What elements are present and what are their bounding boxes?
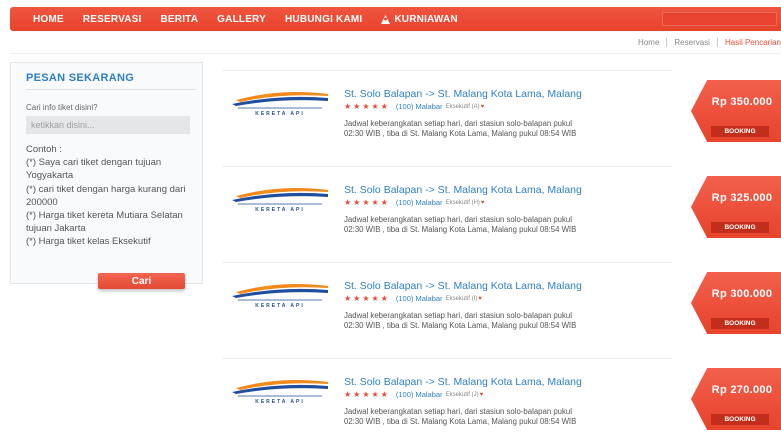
svg-text:KERETA API: KERETA API — [255, 303, 305, 309]
nav-reservasi[interactable]: RESERVASI — [83, 14, 142, 25]
result-meta: ★★★★★ (100) Malabar Eksekutif (I) ♥ — [344, 294, 482, 303]
train-name[interactable]: Malabar — [415, 198, 442, 207]
example-item: (*) cari tiket dengan harga kurang dari … — [26, 183, 186, 208]
schedule-description: Jadwal keberangkatan setiap hari, dari s… — [344, 407, 664, 426]
cari-button[interactable]: Cari — [98, 273, 185, 289]
price-tag: Rp 350.000 BOOKING — [691, 80, 781, 142]
booking-button[interactable]: BOOKING — [711, 126, 769, 137]
search-label: Cari info tiket disini? — [26, 103, 98, 112]
sidebar-divider — [26, 89, 196, 90]
star-rating-icon: ★★★★★ — [344, 294, 390, 303]
star-rating-icon: ★★★★★ — [344, 102, 390, 111]
schedule-description: Jadwal keberangkatan setiap hari, dari s… — [344, 119, 664, 138]
nav-user-name: KURNIAWAN — [394, 13, 458, 25]
kereta-api-logo: KERETA API — [232, 92, 328, 117]
result-item: KERETA API St. Solo Balapan -> St. Malan… — [222, 262, 781, 342]
result-divider — [222, 166, 672, 167]
price-tag: Rp 325.000 BOOKING — [691, 176, 781, 238]
schedule-line: Jadwal keberangkatan setiap hari, dari s… — [344, 407, 572, 416]
train-name[interactable]: Malabar — [415, 390, 442, 399]
price-value: Rp 270.000 — [711, 384, 773, 396]
schedule-description: Jadwal keberangkatan setiap hari, dari s… — [344, 311, 664, 330]
result-meta: ★★★★★ (100) Malabar Eksekutif (H) ♥ — [344, 198, 484, 207]
breadcrumb: Home Reservasi Hasil Pencarian — [631, 38, 781, 47]
svg-text:KERETA API: KERETA API — [255, 207, 305, 213]
heart-icon[interactable]: ♥ — [481, 104, 485, 110]
nav-search-box[interactable] — [662, 12, 777, 26]
star-rating-icon: ★★★★★ — [344, 198, 390, 207]
star-rating-icon: ★★★★★ — [344, 390, 390, 399]
heart-icon[interactable]: ♥ — [478, 296, 482, 302]
result-divider — [222, 70, 672, 71]
booking-button[interactable]: BOOKING — [711, 222, 769, 233]
ticket-search-input[interactable] — [26, 116, 190, 134]
example-item: (*) Harga tiket kereta Mutiara Selatan t… — [26, 210, 183, 235]
schedule-line: Jadwal keberangkatan setiap hari, dari s… — [344, 119, 572, 128]
breadcrumb-current: Hasil Pencarian — [716, 38, 781, 47]
result-item: KERETA API St. Solo Balapan -> St. Malan… — [222, 70, 781, 150]
route-link[interactable]: St. Solo Balapan -> St. Malang Kota Lama… — [344, 88, 582, 100]
heart-icon[interactable]: ♥ — [480, 392, 484, 398]
price-tag: Rp 270.000 BOOKING — [691, 368, 781, 430]
examples-heading: Contoh : — [26, 144, 62, 155]
result-meta: ★★★★★ (100) Malabar Eksekutif (J) ♥ — [344, 390, 483, 399]
order-sidebar: PESAN SEKARANG Cari info tiket disini? C… — [10, 62, 203, 289]
booking-button[interactable]: BOOKING — [711, 318, 769, 329]
search-examples: Contoh : (*) Saya cari tiket dengan tuju… — [26, 143, 202, 249]
result-item: KERETA API St. Solo Balapan -> St. Malan… — [222, 358, 781, 438]
result-item: KERETA API St. Solo Balapan -> St. Malan… — [222, 166, 781, 246]
train-class: Eksekutif (I) — [445, 295, 478, 302]
train-class: Eksekutif (H) — [445, 199, 480, 206]
price-value: Rp 325.000 — [711, 192, 773, 204]
review-count: (100) — [395, 294, 414, 303]
heart-icon[interactable]: ♥ — [481, 200, 485, 206]
schedule-line: 02:30 WIB , tiba di St. Malang Kota Lama… — [344, 128, 577, 138]
top-navbar: HOME RESERVASI BERITA GALLERY HUBUNGI KA… — [10, 7, 781, 31]
kereta-api-logo: KERETA API — [232, 284, 328, 309]
train-class: Eksekutif (J) — [445, 391, 479, 398]
price-value: Rp 350.000 — [711, 96, 773, 108]
user-icon — [381, 14, 391, 24]
header-divider — [10, 53, 781, 54]
train-name[interactable]: Malabar — [415, 294, 442, 303]
nav-home[interactable]: HOME — [33, 14, 64, 25]
route-link[interactable]: St. Solo Balapan -> St. Malang Kota Lama… — [344, 376, 582, 388]
breadcrumb-reservasi[interactable]: Reservasi — [666, 38, 717, 47]
nav-berita[interactable]: BERITA — [160, 14, 198, 25]
result-meta: ★★★★★ (100) Malabar Eksekutif (A) ♥ — [344, 102, 484, 111]
review-count: (100) — [395, 198, 414, 207]
example-item: (*) Saya cari tiket dengan tujuan Yogyak… — [26, 157, 162, 182]
kereta-api-logo: KERETA API — [232, 380, 328, 405]
nav-user[interactable]: KURNIAWAN — [381, 13, 458, 25]
price-tag: Rp 300.000 BOOKING — [691, 272, 781, 334]
example-item: (*) Harga tiket kelas Eksekutif — [26, 236, 151, 248]
schedule-line: Jadwal keberangkatan setiap hari, dari s… — [344, 215, 572, 224]
kereta-api-logo: KERETA API — [232, 188, 328, 213]
svg-text:KERETA API: KERETA API — [255, 399, 305, 405]
schedule-line: 02:30 WIB , tiba di St. Malang Kota Lama… — [344, 320, 577, 330]
nav-hubungi-kami[interactable]: HUBUNGI KAMI — [285, 14, 362, 25]
schedule-description: Jadwal keberangkatan setiap hari, dari s… — [344, 215, 664, 234]
review-count: (100) — [395, 390, 414, 399]
schedule-line: 02:30 WIB , tiba di St. Malang Kota Lama… — [344, 416, 577, 426]
route-link[interactable]: St. Solo Balapan -> St. Malang Kota Lama… — [344, 184, 582, 196]
price-value: Rp 300.000 — [711, 288, 773, 300]
nav-gallery[interactable]: GALLERY — [217, 14, 266, 25]
train-class: Eksekutif (A) — [445, 103, 480, 110]
breadcrumb-home[interactable]: Home — [631, 38, 666, 47]
train-name[interactable]: Malabar — [415, 102, 442, 111]
result-divider — [222, 358, 672, 359]
result-divider — [222, 262, 672, 263]
svg-text:KERETA API: KERETA API — [255, 111, 305, 117]
sidebar-title: PESAN SEKARANG — [26, 72, 135, 84]
schedule-line: Jadwal keberangkatan setiap hari, dari s… — [344, 311, 572, 320]
route-link[interactable]: St. Solo Balapan -> St. Malang Kota Lama… — [344, 280, 582, 292]
booking-button[interactable]: BOOKING — [711, 414, 769, 425]
review-count: (100) — [395, 102, 414, 111]
schedule-line: 02:30 WIB , tiba di St. Malang Kota Lama… — [344, 224, 577, 234]
